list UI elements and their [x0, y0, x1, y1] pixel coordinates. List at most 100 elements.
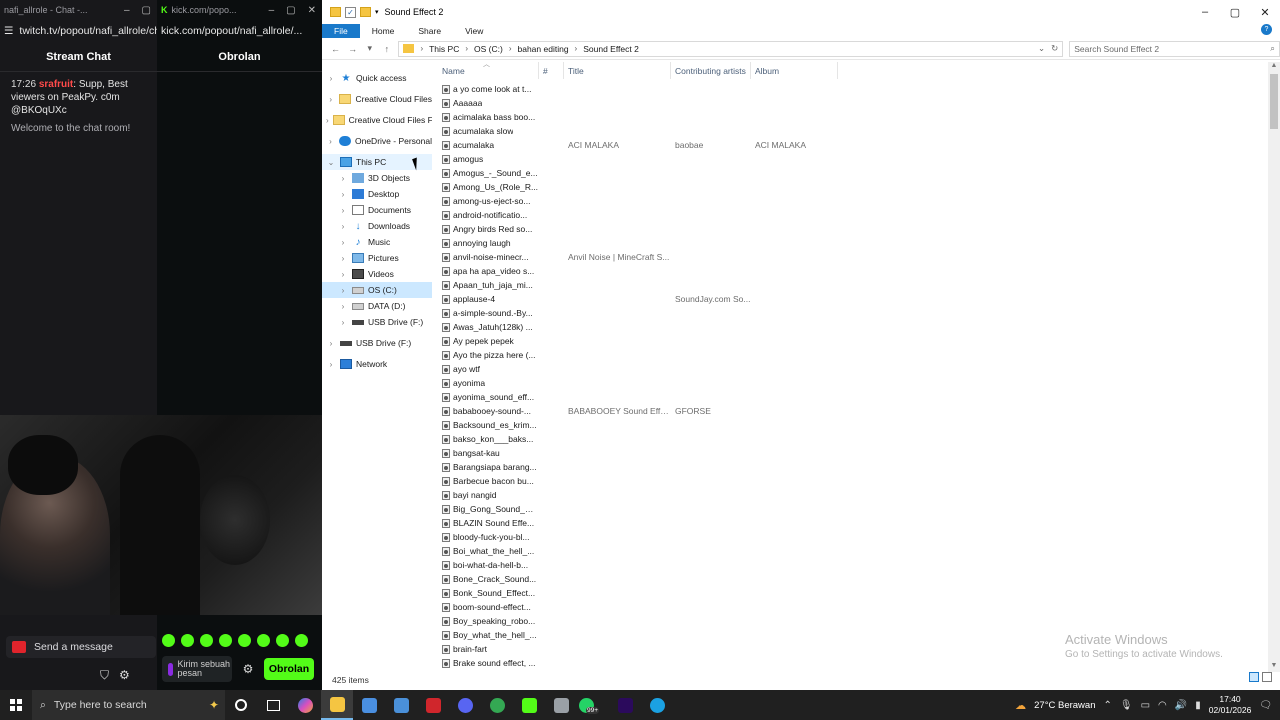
chevron-right-icon[interactable]: › [338, 206, 348, 215]
file-row[interactable]: android-notificatio... [438, 208, 1278, 222]
file-name-cell[interactable]: Amogus_-_Sound_e... [438, 168, 539, 178]
file-name-cell[interactable]: ayo wtf [438, 364, 539, 374]
twitch-url-bar[interactable]: ☰ twitch.tv/popout/nafi_allrole/ch [0, 20, 157, 42]
chevron-right-icon[interactable]: › [338, 238, 348, 247]
file-name-cell[interactable]: apa ha apa_video s... [438, 266, 539, 276]
file-name-cell[interactable]: amogus [438, 154, 539, 164]
microsoft-store-icon[interactable] [353, 690, 385, 720]
file-name-cell[interactable]: Bonk_Sound_Effect... [438, 588, 539, 598]
gear-icon[interactable]: ⚙ [119, 668, 130, 683]
file-row[interactable]: acumalaka slow [438, 124, 1278, 138]
new-folder-icon[interactable] [360, 7, 371, 17]
file-name-cell[interactable]: Boi_what_the_hell_... [438, 546, 539, 556]
chrome-icon[interactable] [481, 690, 513, 720]
file-row[interactable]: Among_Us_(Role_R... [438, 180, 1278, 194]
file-row[interactable]: Aaaaaa [438, 96, 1278, 110]
chevron-right-icon[interactable]: › [338, 222, 348, 231]
file-name-cell[interactable]: Brake sound effect, ... [438, 658, 539, 668]
file-row[interactable]: Backsound_es_krim... [438, 418, 1278, 432]
file-name-cell[interactable]: Backsound_es_krim... [438, 420, 539, 430]
file-name-cell[interactable]: Apaan_tuh_jaja_mi... [438, 280, 539, 290]
search-input[interactable]: Search Sound Effect 2 ⌕ [1069, 40, 1280, 57]
file-row[interactable]: annoying laugh [438, 236, 1278, 250]
cortana-icon[interactable] [225, 690, 257, 720]
maximize-icon[interactable]: ▢ [142, 5, 151, 16]
nav-item-downloads[interactable]: › ↓ Downloads [322, 218, 432, 234]
file-row[interactable]: a-simple-sound.-By... [438, 306, 1278, 320]
file-name-cell[interactable]: a yo come look at t... [438, 84, 539, 94]
discord-icon[interactable] [449, 690, 481, 720]
volume-icon[interactable]: 🔊 [1175, 700, 1187, 711]
clock[interactable]: 17:40 02/01/2026 [1209, 694, 1252, 716]
large-icons-view-icon[interactable] [1262, 672, 1272, 682]
chevron-right-icon[interactable]: › [326, 116, 329, 125]
nav-item-videos[interactable]: › Videos [322, 266, 432, 282]
chevron-up-icon[interactable]: ⌃ [1104, 700, 1112, 711]
file-name-cell[interactable]: acumalaka [438, 140, 539, 150]
gear-icon[interactable]: ⚙ [238, 662, 258, 676]
file-row[interactable]: BLAZIN Sound Effe... [438, 516, 1278, 530]
file-name-cell[interactable]: anvil-noise-minecr... [438, 252, 539, 262]
file-name-cell[interactable]: Awas_Jatuh(128k) ... [438, 322, 539, 332]
breadcrumb-bahan-editing[interactable]: bahan editing [518, 44, 569, 54]
file-name-cell[interactable]: acumalaka slow [438, 126, 539, 136]
details-view-icon[interactable] [1249, 672, 1259, 682]
file-name-cell[interactable]: among-us-eject-so... [438, 196, 539, 206]
breadcrumb-separator-icon[interactable]: › [509, 44, 512, 53]
emote-icon[interactable] [200, 634, 213, 647]
app-icon[interactable] [545, 690, 577, 720]
chevron-right-icon[interactable]: › [338, 318, 348, 327]
roblox-icon[interactable] [417, 690, 449, 720]
chevron-right-icon[interactable]: › [338, 254, 348, 263]
kick-message-input[interactable]: Kirim sebuah pesan [162, 656, 232, 682]
file-name-cell[interactable]: Among_Us_(Role_R... [438, 182, 539, 192]
weather-icon[interactable]: ☁ [1015, 699, 1026, 712]
chevron-right-icon[interactable]: › [338, 286, 348, 295]
emote-icon[interactable] [257, 634, 270, 647]
address-bar[interactable]: › This PC › OS (C:) › bahan editing › So… [398, 40, 1064, 57]
tab-view[interactable]: View [453, 24, 495, 38]
file-name-cell[interactable]: brain-fart [438, 644, 539, 654]
file-row[interactable]: apa ha apa_video s... [438, 264, 1278, 278]
file-row[interactable]: Boy_speaking_robo... [438, 614, 1278, 628]
nav-item-os-c[interactable]: › OS (C:) [322, 282, 432, 298]
premiere-pro-icon[interactable] [609, 690, 641, 720]
emote-icon[interactable] [181, 634, 194, 647]
file-name-cell[interactable]: Big_Gong_Sound_Ef... [438, 504, 539, 514]
nav-item-documents[interactable]: › Documents [322, 202, 432, 218]
wifi-icon[interactable]: ◠ [1158, 700, 1167, 711]
file-row[interactable]: bakso_kon___baks... [438, 432, 1278, 446]
file-name-cell[interactable]: Boy_what_the_hell_... [438, 630, 539, 640]
chevron-down-icon[interactable]: ▾ [375, 8, 379, 16]
file-name-cell[interactable]: bakso_kon___baks... [438, 434, 539, 444]
file-row[interactable]: Ay pepek pepek [438, 334, 1278, 348]
tab-share[interactable]: Share [406, 24, 453, 38]
file-name-cell[interactable]: Barangsiapa barang... [438, 462, 539, 472]
tab-home[interactable]: Home [360, 24, 407, 38]
file-name-cell[interactable]: ayonima_sound_eff... [438, 392, 539, 402]
edge-icon[interactable] [641, 690, 673, 720]
file-name-cell[interactable]: acimalaka bass boo... [438, 112, 539, 122]
file-name-cell[interactable]: boom-sound-effect... [438, 602, 539, 612]
file-name-cell[interactable]: BLAZIN Sound Effe... [438, 518, 539, 528]
chevron-right-icon[interactable]: › [326, 74, 336, 83]
file-row[interactable]: Apaan_tuh_jaja_mi... [438, 278, 1278, 292]
settings-app-icon[interactable] [385, 690, 417, 720]
chevron-right-icon[interactable]: › [326, 137, 335, 146]
file-row[interactable]: bayi nangid [438, 488, 1278, 502]
recent-locations-icon[interactable]: ▾ [364, 43, 375, 54]
file-row[interactable]: amogus [438, 152, 1278, 166]
scroll-up-icon[interactable]: ▲ [1268, 62, 1280, 72]
file-name-cell[interactable]: Barbecue bacon bu... [438, 476, 539, 486]
file-row[interactable]: boom-sound-effect... [438, 600, 1278, 614]
file-name-cell[interactable]: bangsat-kau [438, 448, 539, 458]
vertical-scrollbar[interactable]: ▲ ▼ [1268, 62, 1280, 672]
column-number[interactable]: # [539, 62, 564, 79]
weather-text[interactable]: 27°C Berawan [1034, 700, 1095, 711]
taskbar-search-box[interactable]: ⌕ Type here to search ✦ [32, 690, 225, 720]
chevron-right-icon[interactable]: › [326, 339, 336, 348]
file-row[interactable]: Boi_what_the_hell_... [438, 544, 1278, 558]
twitch-send-message-input[interactable]: Send a message [6, 636, 156, 658]
emote-icon[interactable] [162, 634, 175, 647]
file-name-cell[interactable]: android-notificatio... [438, 210, 539, 220]
